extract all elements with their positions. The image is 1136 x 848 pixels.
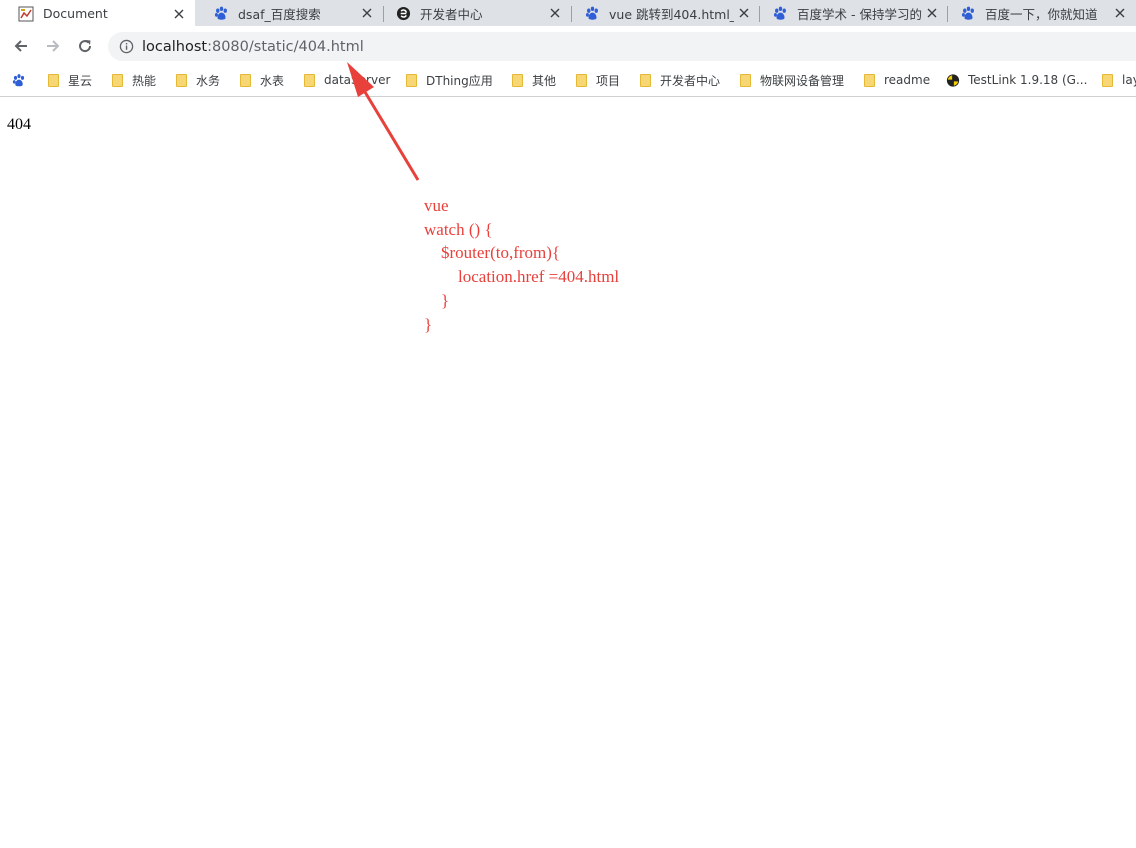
reload-icon (79, 40, 92, 53)
tab-dsaf-search[interactable]: dsaf_百度搜索 (195, 0, 383, 26)
annotation-line: location.href =404.html (424, 267, 620, 287)
annotation-line: vue (424, 196, 449, 215)
info-icon[interactable] (118, 39, 134, 55)
back-button[interactable] (7, 32, 35, 60)
arrow-right-icon (47, 40, 60, 52)
tab-title: dsaf_百度搜索 (238, 6, 321, 22)
bookmarks-bar: 星云 热能 水务 水表 dataServer DThing应用 其他 项目 开发… (0, 66, 1136, 97)
folder-icon (738, 73, 752, 87)
bookmark-baidu[interactable] (12, 66, 34, 94)
tab-document[interactable]: Document (0, 0, 195, 26)
e-logo-icon (395, 5, 411, 21)
folder-icon (862, 73, 876, 87)
bookmark-folder[interactable]: 星云 (46, 66, 92, 94)
bookmark-folder[interactable]: readme (862, 66, 930, 94)
bookmark-folder[interactable]: 热能 (110, 66, 156, 94)
bookmark-label: 物联网设备管理 (760, 73, 845, 88)
bookmark-folder[interactable]: 开发者中心 (638, 66, 720, 94)
folder-icon (510, 73, 524, 87)
document-favicon-icon (18, 6, 34, 22)
tab-title: 百度一下，你就知道 (985, 6, 1098, 22)
folder-icon (110, 73, 124, 87)
bookmark-folder[interactable]: DThing应用 (404, 66, 493, 94)
tab-title: Document (43, 6, 108, 21)
folder-icon (46, 73, 60, 87)
bookmark-label: 项目 (596, 73, 621, 88)
tab-developer-center[interactable]: 开发者中心 (377, 0, 571, 26)
bookmark-testlink[interactable]: TestLink 1.9.18 (G... (946, 66, 1087, 94)
bookmark-label: 星云 (68, 73, 93, 88)
bookmark-folder[interactable]: 其他 (510, 66, 556, 94)
bookmark-folder[interactable]: 项目 (574, 66, 620, 94)
tab-title: 开发者中心 (420, 6, 483, 22)
annotation-line: $router(to,from){ (424, 243, 561, 263)
page-404-text: 404 (7, 116, 31, 133)
page-content: 404 vue watch () { $router(to,from){ loca… (0, 98, 1136, 848)
bookmark-label: DThing应用 (426, 73, 493, 88)
folder-icon (638, 73, 652, 87)
close-tab-icon[interactable] (922, 3, 942, 23)
bookmark-label: 水务 (196, 73, 221, 88)
reload-button[interactable] (71, 32, 99, 60)
folder-icon (1100, 73, 1114, 87)
bookmark-folder[interactable]: 水务 (174, 66, 220, 94)
close-tab-icon[interactable] (1110, 3, 1130, 23)
address-bar[interactable]: localhost:8080/static/404.html (108, 32, 1136, 61)
close-tab-icon[interactable] (545, 3, 565, 23)
bookmark-folder[interactable]: lay (1100, 66, 1136, 94)
testlink-icon (946, 73, 960, 87)
tab-vue-404[interactable]: vue 跳转到404.html_百 (566, 0, 760, 26)
bookmark-label: 其他 (532, 73, 557, 88)
tab-baidu-home[interactable]: 百度一下，你就知道 (942, 0, 1136, 26)
close-tab-icon[interactable] (169, 4, 189, 24)
folder-icon (238, 73, 252, 87)
close-tab-icon[interactable] (357, 3, 377, 23)
baidu-paw-icon (960, 5, 976, 21)
close-tab-icon[interactable] (734, 3, 754, 23)
bookmark-label: 水表 (260, 73, 285, 88)
annotation-line: } (424, 314, 433, 334)
bookmark-label: dataServer (324, 73, 391, 87)
baidu-paw-icon (213, 5, 229, 21)
arrow-left-icon (14, 40, 27, 52)
annotation-line: } (424, 290, 450, 310)
annotation-code: vue watch () { $router(to,from){ location… (424, 194, 619, 336)
bookmark-label: 热能 (132, 73, 157, 88)
url-path: :8080/static/404.html (207, 38, 364, 55)
forward-button[interactable] (39, 32, 67, 60)
bookmark-label: 开发者中心 (660, 73, 721, 88)
baidu-paw-icon (584, 5, 600, 21)
tab-title: 百度学术 - 保持学习的 (797, 6, 922, 22)
tab-strip: Document dsaf_百度搜索 开发者中心 vue 跳转到404.html… (0, 0, 1136, 26)
tab-title: vue 跳转到404.html_百 (609, 6, 734, 22)
folder-icon (302, 73, 316, 87)
bookmark-label: TestLink 1.9.18 (G... (968, 73, 1088, 87)
url-host: localhost (142, 38, 208, 55)
bookmark-folder[interactable]: 物联网设备管理 (738, 66, 844, 94)
baidu-paw-icon (772, 5, 788, 21)
bookmark-folder[interactable]: 水表 (238, 66, 284, 94)
annotation-line: watch () { (424, 219, 493, 239)
tab-baidu-scholar[interactable]: 百度学术 - 保持学习的 (754, 0, 948, 26)
folder-icon (404, 73, 418, 87)
browser-toolbar: localhost:8080/static/404.html (0, 26, 1136, 66)
bookmark-folder[interactable]: dataServer (302, 66, 390, 94)
folder-icon (174, 73, 188, 87)
bookmark-label: readme (884, 73, 931, 87)
baidu-paw-icon (12, 73, 26, 87)
bookmark-label: lay (1122, 73, 1136, 87)
folder-icon (574, 73, 588, 87)
